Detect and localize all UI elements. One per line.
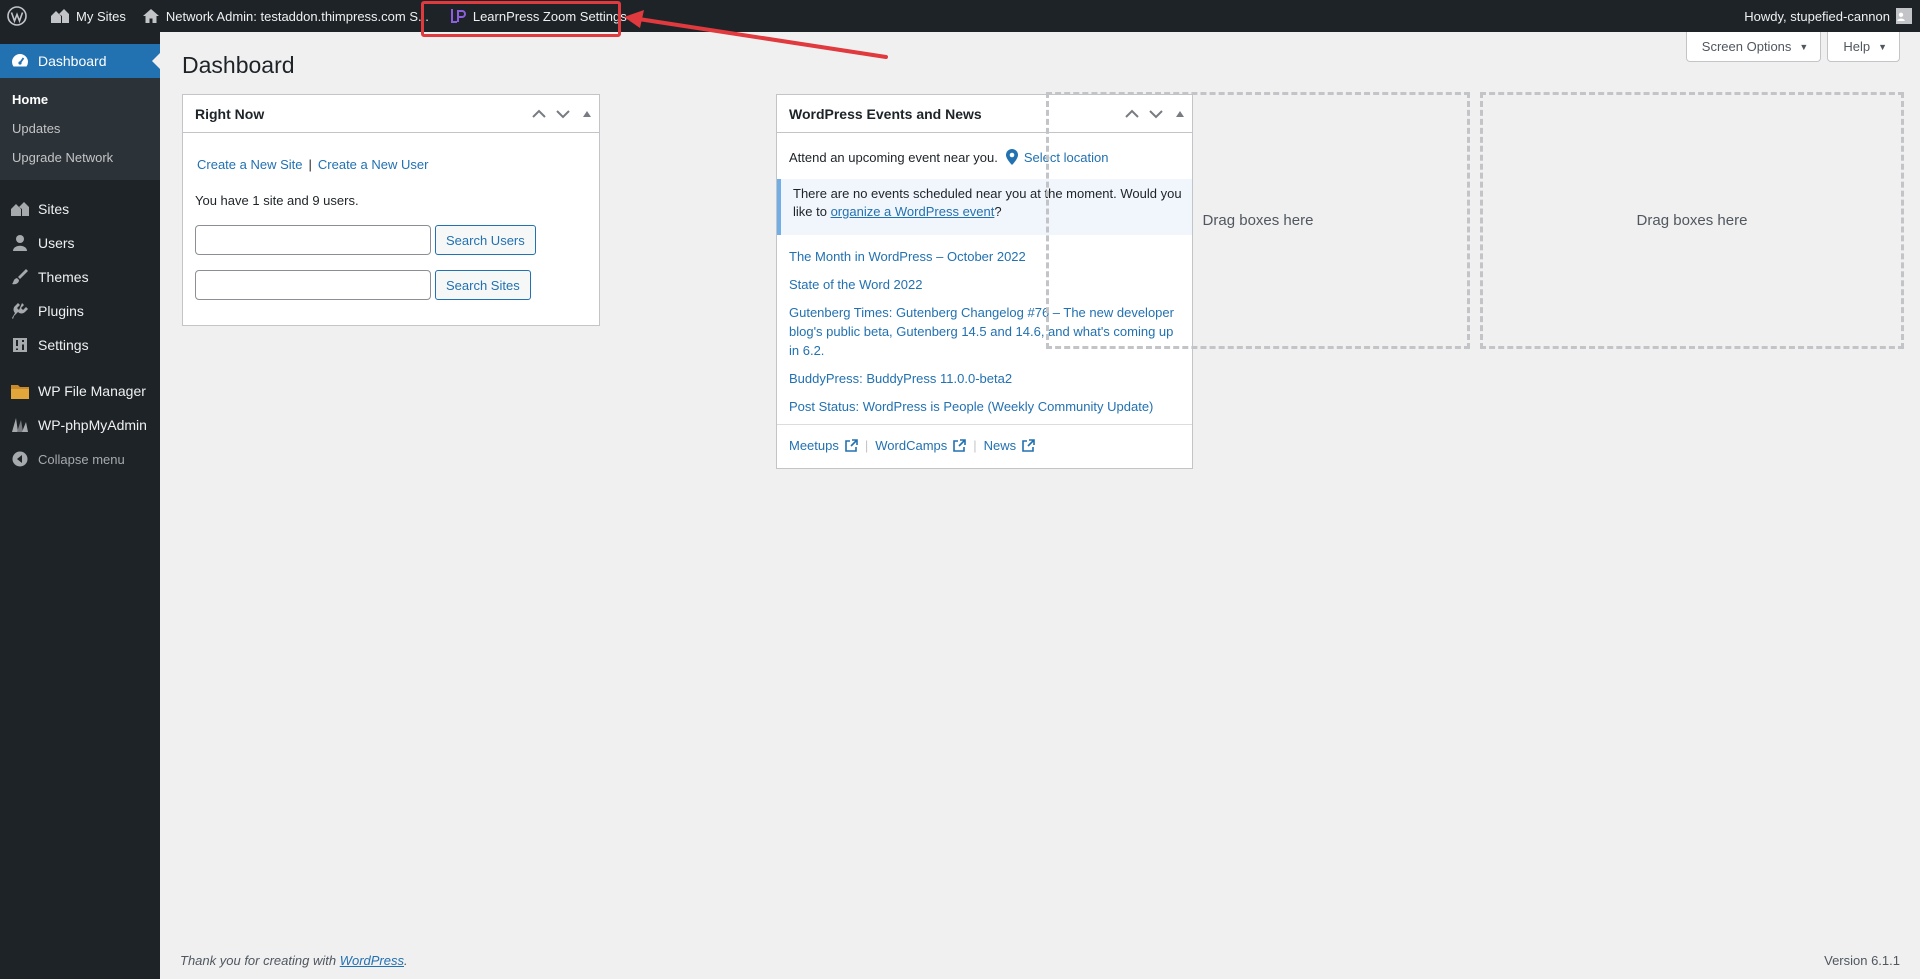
- right-now-links: Create a New Site | Create a New User: [197, 157, 428, 172]
- howdy-label: Howdy, stupefied-cannon: [1744, 8, 1890, 24]
- network-admin-label: Network Admin: testaddon.thimpress.com S…: [165, 8, 429, 24]
- meetups-label: Meetups: [789, 438, 839, 453]
- move-down-icon[interactable]: [551, 96, 575, 132]
- menu-themes[interactable]: Themes: [0, 260, 160, 294]
- home-icon: [142, 9, 159, 23]
- learnpress-zoom-label: LearnPress Zoom Settings: [472, 8, 627, 24]
- move-up-icon[interactable]: [527, 96, 551, 132]
- search-sites-input[interactable]: [195, 270, 431, 300]
- version-text: Version 6.1.1: [1824, 953, 1900, 968]
- menu-settings-label: Settings: [38, 337, 89, 353]
- menu-wp-phpmyadmin[interactable]: WP-phpMyAdmin: [0, 408, 160, 442]
- location-pin-icon: [1005, 149, 1018, 165]
- dashboard-icon: [10, 51, 30, 71]
- footer-period: .: [404, 953, 408, 968]
- footer-thanks-text: Thank you for creating with: [180, 953, 340, 968]
- search-users-button[interactable]: Search Users: [435, 225, 536, 255]
- news-item[interactable]: BuddyPress: BuddyPress 11.0.0-beta2: [789, 369, 1185, 388]
- menu-settings[interactable]: Settings: [0, 328, 160, 362]
- news-link[interactable]: News: [984, 438, 1036, 453]
- meetups-link[interactable]: Meetups: [789, 438, 858, 453]
- my-sites-menu[interactable]: My Sites: [42, 0, 134, 32]
- help-button[interactable]: Help ▼: [1827, 32, 1900, 62]
- avatar: [1896, 8, 1912, 24]
- external-link-icon: [845, 439, 858, 452]
- sites-icon: [10, 199, 30, 219]
- news-item[interactable]: Post Status: WordPress is People (Weekly…: [789, 397, 1185, 416]
- link-separator: |: [308, 157, 312, 172]
- submenu-upgrade-network[interactable]: Upgrade Network: [0, 143, 160, 172]
- menu-dashboard-label: Dashboard: [38, 53, 107, 69]
- collapse-menu-button[interactable]: Collapse menu: [0, 442, 160, 476]
- submenu-updates[interactable]: Updates: [0, 114, 160, 143]
- attend-text: Attend an upcoming event near you.: [789, 149, 998, 165]
- right-now-header[interactable]: Right Now: [183, 95, 599, 133]
- right-now-widget: Right Now Create a New Site | Create a New…: [182, 94, 600, 326]
- events-footer: Meetups | WordCamps | News: [777, 424, 1192, 453]
- settings-icon: [10, 335, 30, 355]
- notice-suffix: ?: [994, 204, 1002, 219]
- menu-plugins-label: Plugins: [38, 303, 84, 319]
- search-sites-row: Search Sites: [195, 270, 531, 300]
- admin-bar: My Sites Network Admin: testaddon.thimpr…: [0, 0, 1920, 32]
- page-title: Dashboard: [182, 52, 295, 78]
- organize-event-link[interactable]: organize a WordPress event: [831, 204, 995, 219]
- wordcamps-link[interactable]: WordCamps: [875, 438, 967, 453]
- drag-boxes-zone[interactable]: Drag boxes here: [1480, 92, 1904, 349]
- network-admin-menu[interactable]: Network Admin: testaddon.thimpress.com S…: [134, 0, 437, 32]
- menu-users-label: Users: [38, 235, 75, 251]
- learnpress-zoom-settings-link[interactable]: LearnPress Zoom Settings: [437, 0, 635, 32]
- wordpress-logo-icon[interactable]: [0, 0, 42, 32]
- menu-users[interactable]: Users: [0, 226, 160, 260]
- help-label: Help: [1843, 39, 1871, 54]
- menu-plugins[interactable]: Plugins: [0, 294, 160, 328]
- handle-actions: [527, 95, 599, 132]
- menu-sites-label: Sites: [38, 201, 70, 217]
- dashboard-submenu: Home Updates Upgrade Network: [0, 78, 160, 180]
- menu-themes-label: Themes: [38, 269, 89, 285]
- search-users-row: Search Users: [195, 225, 536, 255]
- learnpress-logo-icon: [450, 9, 466, 23]
- admin-sidebar: Dashboard Home Updates Upgrade Network S…: [0, 32, 160, 979]
- footer-thankyou: Thank you for creating with WordPress.: [180, 953, 408, 968]
- caret-down-icon: ▼: [1799, 41, 1809, 52]
- screen-meta-links: Screen Options ▼ Help ▼: [1685, 32, 1900, 62]
- collapse-icon: [10, 449, 30, 469]
- submenu-home[interactable]: Home: [0, 85, 160, 114]
- wordpress-link[interactable]: WordPress: [340, 953, 404, 968]
- drag-boxes-zone[interactable]: Drag boxes here: [1046, 92, 1470, 349]
- themes-icon: [10, 267, 30, 287]
- external-link-icon: [1022, 439, 1035, 452]
- search-users-input[interactable]: [195, 225, 431, 255]
- collapse-menu-label: Collapse menu: [38, 451, 125, 467]
- external-link-icon: [953, 439, 967, 452]
- right-now-title: Right Now: [195, 105, 265, 122]
- my-sites-icon: [51, 9, 69, 23]
- main-content: Screen Options ▼ Help ▼ Dashboard Right …: [160, 32, 1920, 979]
- menu-sites[interactable]: Sites: [0, 192, 160, 226]
- my-account-menu[interactable]: Howdy, stupefied-cannon: [1736, 0, 1912, 32]
- screen-options-label: Screen Options: [1701, 39, 1792, 54]
- menu-wp-file-manager[interactable]: WP File Manager: [0, 374, 160, 408]
- folder-icon: [10, 381, 30, 401]
- footer-separator: |: [973, 438, 977, 453]
- plugins-icon: [10, 301, 30, 321]
- screen-options-button[interactable]: Screen Options ▼: [1685, 32, 1822, 62]
- search-sites-button[interactable]: Search Sites: [435, 270, 531, 300]
- menu-wp-file-manager-label: WP File Manager: [38, 383, 146, 399]
- users-icon: [10, 233, 30, 253]
- menu-dashboard[interactable]: Dashboard: [0, 44, 160, 78]
- right-now-summary: You have 1 site and 9 users.: [195, 193, 359, 208]
- footer-separator: |: [864, 438, 869, 453]
- news-label: News: [983, 438, 1017, 453]
- wordcamps-label: WordCamps: [875, 438, 948, 453]
- create-new-user-link[interactable]: Create a New User: [318, 157, 429, 172]
- caret-down-icon: ▼: [1878, 41, 1887, 52]
- menu-wp-phpmyadmin-label: WP-phpMyAdmin: [38, 417, 147, 433]
- phpmyadmin-icon: [10, 415, 30, 435]
- my-sites-label: My Sites: [76, 8, 126, 24]
- create-new-site-link[interactable]: Create a New Site: [197, 157, 303, 172]
- toggle-panel-icon[interactable]: [575, 96, 599, 132]
